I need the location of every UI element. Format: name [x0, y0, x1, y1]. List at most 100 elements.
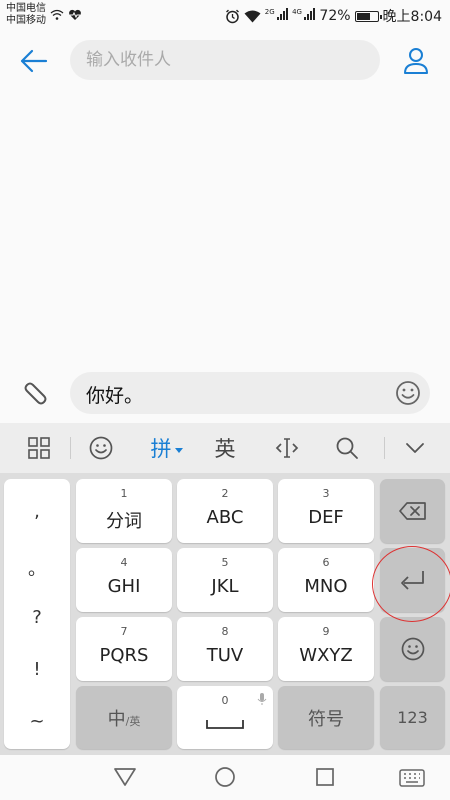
english-mode-button[interactable]: 英 [200, 423, 250, 473]
key-number: 1 [120, 487, 128, 500]
lang-switch-key[interactable]: 中/英 [76, 686, 172, 749]
battery-fill [356, 12, 371, 20]
key-label: GHI [107, 576, 141, 597]
smiley-icon [396, 381, 420, 405]
key-7[interactable]: 7 PQRS [76, 617, 172, 681]
signal-bars-icon [304, 8, 316, 20]
enter-key[interactable] [380, 548, 445, 612]
battery-percent: 72% [319, 8, 351, 24]
key-number: 7 [120, 625, 128, 638]
smiley-icon [401, 637, 424, 661]
lang-switch-main: 中 [107, 708, 126, 730]
english-label: 英 [214, 437, 236, 461]
ime-emoji-button[interactable] [76, 423, 126, 473]
wifi-icon [244, 10, 261, 22]
key-1[interactable]: 1 分词 [76, 479, 172, 543]
key-number: 3 [322, 487, 330, 500]
toolbar-divider [384, 437, 385, 459]
t9-keyboard: , 。 ? ! ~ 1 分词 2 ABC 3 DEF 4 GHI 5 JKL 6… [0, 473, 450, 755]
numeric-key[interactable]: 123 [380, 686, 445, 749]
key-9[interactable]: 9 WXYZ [278, 617, 374, 681]
backspace-container [380, 479, 445, 543]
key-6[interactable]: 6 MNO [278, 548, 374, 612]
key-label: ABC [206, 507, 244, 528]
pinyin-mode-button[interactable]: 拼 [140, 423, 194, 473]
microphone-icon [257, 693, 267, 705]
punct-key[interactable]: 。 [4, 555, 70, 581]
signal-2g: 2G [264, 8, 289, 24]
cursor-move-button[interactable] [262, 423, 312, 473]
backspace-key[interactable] [380, 479, 445, 543]
key-5[interactable]: 5 JKL [177, 548, 273, 612]
back-triangle-icon[interactable] [113, 766, 137, 788]
search-button[interactable] [322, 423, 372, 473]
key-3[interactable]: 3 DEF [278, 479, 374, 543]
status-right: 2G 4G 72% 晚上8:04 [225, 6, 442, 26]
wifi-question-icon [50, 9, 64, 20]
signal-2g-tag: 2G [264, 8, 275, 16]
back-button[interactable] [18, 46, 50, 76]
punct-key[interactable]: ! [4, 659, 70, 680]
person-icon [404, 48, 428, 74]
home-circle-icon[interactable] [214, 766, 236, 788]
punct-key[interactable]: ~ [4, 711, 70, 732]
grid-icon [28, 437, 50, 459]
smiley-icon [89, 436, 113, 460]
key-2[interactable]: 2 ABC [177, 479, 273, 543]
ime-toolbar: 拼 英 [0, 423, 450, 473]
symbols-label: 符号 [308, 708, 344, 730]
carrier-2: 中国移动 [6, 15, 46, 26]
carrier-names: 中国电信 中国移动 [6, 3, 46, 27]
recents-square-icon[interactable] [315, 767, 335, 787]
key-label: WXYZ [299, 645, 353, 666]
key-number: 9 [322, 625, 330, 638]
key-label: TUV [206, 645, 244, 666]
attach-button[interactable] [20, 380, 50, 410]
arrow-left-icon [20, 49, 48, 73]
key-4[interactable]: 4 GHI [76, 548, 172, 612]
key-number: 2 [221, 487, 229, 500]
punct-key[interactable]: ? [4, 607, 70, 628]
paperclip-icon [24, 382, 47, 405]
enter-return-icon [400, 571, 424, 590]
heart-pulse-icon [68, 9, 81, 20]
signal-4g: 4G [292, 8, 316, 24]
cursor-arrows-icon [275, 438, 299, 458]
key-number: 5 [221, 556, 229, 569]
signal-4g-tag: 4G [292, 8, 302, 16]
message-field[interactable]: 你好。 [70, 372, 430, 414]
space-key[interactable]: 0 [177, 686, 273, 749]
enter-container [380, 548, 445, 612]
clock: 晚上8:04 [382, 9, 442, 25]
carrier-1: 中国电信 [6, 3, 46, 14]
symbols-key[interactable]: 符号 [278, 686, 374, 749]
search-icon [336, 437, 358, 459]
battery-icon [354, 10, 382, 22]
recipient-input[interactable] [70, 40, 380, 80]
header [0, 32, 450, 90]
key-8[interactable]: 8 TUV [177, 617, 273, 681]
keyboard-icon[interactable] [399, 769, 425, 787]
lang-switch-sub: /英 [125, 714, 141, 728]
caret-down-icon [174, 448, 183, 453]
key-label: 分词 [106, 511, 142, 532]
message-text: 你好。 [86, 385, 144, 407]
key-label: PQRS [99, 645, 149, 666]
status-left-icons [50, 8, 82, 21]
punctuation-column[interactable]: , 。 ? ! ~ [4, 479, 70, 749]
space-bar-icon [206, 720, 244, 729]
numeric-label: 123 [397, 708, 428, 727]
alarm-icon [225, 9, 239, 23]
chevron-down-icon [406, 443, 424, 453]
lang-switch-container: 中/英 [76, 686, 172, 749]
collapse-keyboard-button[interactable] [390, 423, 440, 473]
nav-bar [0, 755, 450, 800]
contact-button[interactable] [402, 46, 430, 76]
backspace-icon [398, 502, 426, 520]
emoji-button[interactable] [394, 379, 422, 407]
key-label: MNO [304, 576, 348, 597]
emoji-key[interactable] [380, 617, 445, 681]
signal-bars-icon [277, 8, 289, 20]
punct-key[interactable]: , [4, 501, 70, 522]
grid-menu-button[interactable] [14, 423, 64, 473]
